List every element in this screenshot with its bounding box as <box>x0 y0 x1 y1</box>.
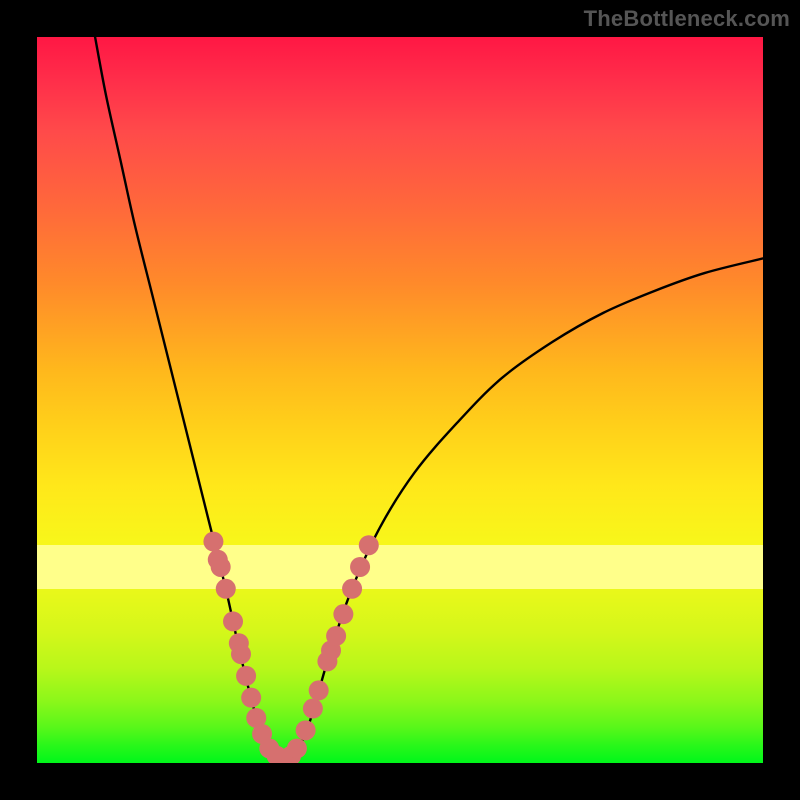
bottleneck-curve <box>95 37 763 760</box>
chart-plot-area <box>37 37 763 763</box>
data-dot <box>231 644 251 664</box>
data-dot <box>203 532 223 552</box>
data-dot <box>342 579 362 599</box>
data-dot <box>359 535 379 555</box>
data-dot <box>303 699 323 719</box>
data-dot <box>236 666 256 686</box>
data-dot <box>296 720 316 740</box>
data-dot <box>216 579 236 599</box>
data-dot <box>287 738 307 758</box>
chart-frame: TheBottleneck.com <box>0 0 800 800</box>
data-dot <box>326 626 346 646</box>
data-dots <box>203 532 378 763</box>
data-dot <box>241 688 261 708</box>
data-dot <box>350 557 370 577</box>
chart-svg <box>37 37 763 763</box>
data-dot <box>211 557 231 577</box>
data-dot <box>333 604 353 624</box>
watermark-text: TheBottleneck.com <box>584 6 790 32</box>
data-dot <box>223 611 243 631</box>
data-dot <box>309 680 329 700</box>
